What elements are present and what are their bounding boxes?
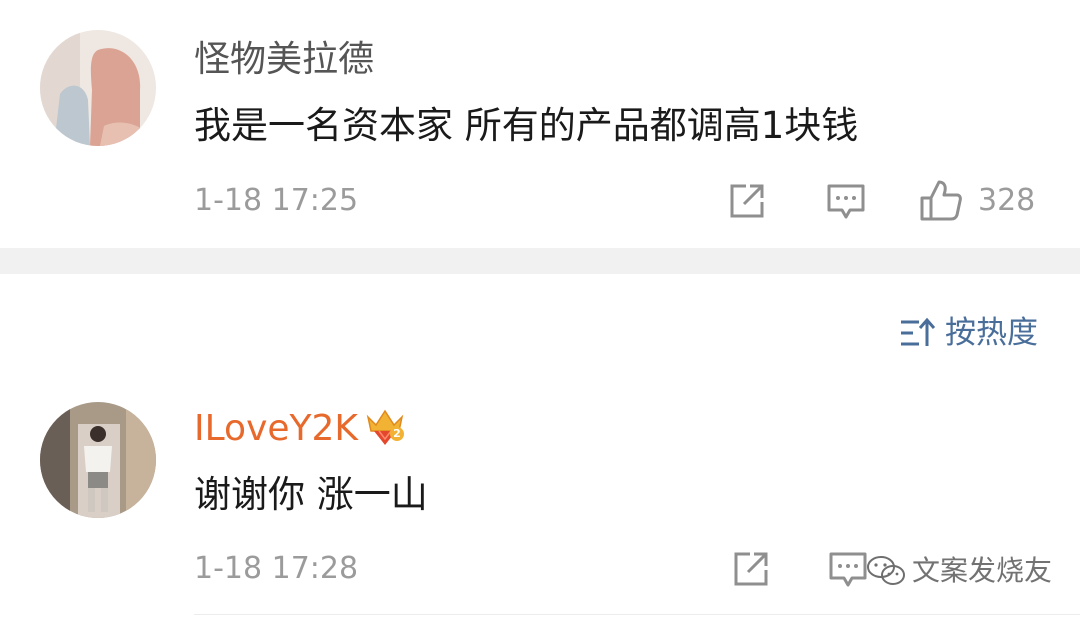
share-icon[interactable] bbox=[732, 550, 772, 588]
watermark: 文案发烧友 bbox=[866, 554, 1052, 588]
comment-icon[interactable] bbox=[828, 550, 868, 590]
username[interactable]: ILoveY2K bbox=[194, 409, 358, 449]
sort-toggle[interactable]: 按热度 bbox=[899, 316, 1038, 350]
like-count: 328 bbox=[978, 183, 1036, 218]
badge-level: 2 bbox=[390, 427, 404, 441]
username[interactable]: 怪物美拉德 bbox=[194, 40, 374, 80]
avatar-image bbox=[40, 30, 156, 146]
sort-label: 按热度 bbox=[945, 315, 1038, 351]
comment-time: 1-18 17:25 bbox=[194, 183, 359, 218]
wechat-icon bbox=[866, 554, 906, 588]
sort-icon bbox=[899, 316, 935, 350]
avatar-image bbox=[40, 402, 156, 518]
avatar[interactable] bbox=[40, 402, 156, 518]
comment-icon[interactable] bbox=[826, 182, 866, 222]
like-icon[interactable] bbox=[919, 178, 963, 222]
watermark-text: 文案发烧友 bbox=[912, 554, 1053, 587]
section-divider bbox=[0, 248, 1080, 274]
comment-time: 1-18 17:28 bbox=[194, 551, 359, 586]
bottom-divider bbox=[194, 614, 1080, 615]
avatar[interactable] bbox=[40, 30, 156, 146]
crown-gem-badge-icon bbox=[364, 405, 406, 447]
comment-text: 谢谢你 涨一山 bbox=[194, 473, 428, 516]
share-icon[interactable] bbox=[728, 182, 768, 220]
comment-text: 我是一名资本家 所有的产品都调高1块钱 bbox=[194, 104, 859, 147]
